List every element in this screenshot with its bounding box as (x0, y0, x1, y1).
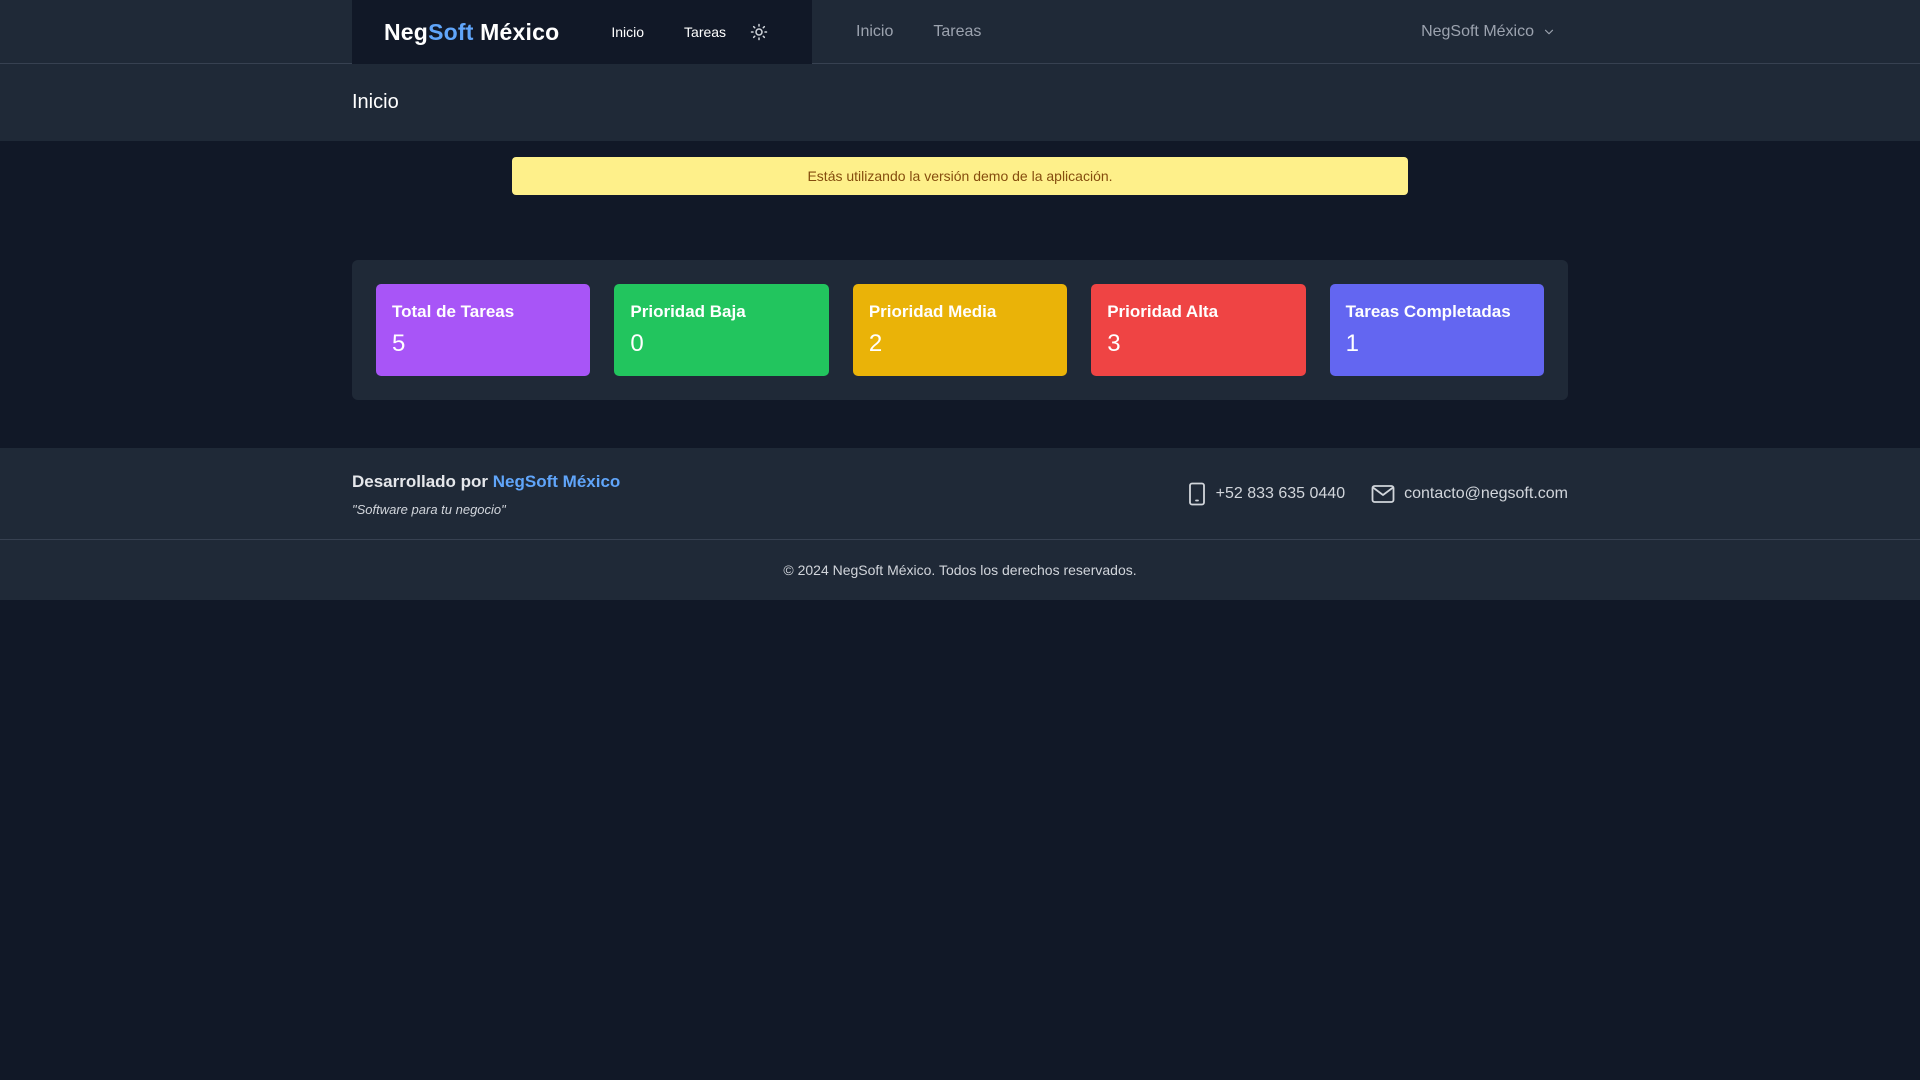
mail-icon (1371, 485, 1395, 503)
chevron-down-icon (1544, 29, 1554, 35)
phone-contact[interactable]: +52 833 635 0440 (1187, 482, 1345, 506)
user-menu-label: NegSoft México (1421, 23, 1534, 40)
stat-label: Total de Tareas (392, 302, 515, 321)
copyright: © 2024 NegSoft México. Todos los derecho… (783, 562, 1137, 578)
brand-logo[interactable]: NegSoft México (384, 19, 559, 46)
nav-link-tareas[interactable]: Tareas (933, 23, 981, 41)
main-nav: Inicio Tareas (856, 23, 1021, 41)
stat-value: 3 (1107, 330, 1121, 357)
stat-card-high-priority: Prioridad Alta 3 (1091, 284, 1306, 376)
developed-by-line: Desarrollado por NegSoft México (352, 472, 620, 492)
email-address: contacto@negsoft.com (1404, 485, 1568, 502)
phone-icon (1188, 482, 1205, 506)
stat-card-medium-priority: Prioridad Media 2 (852, 284, 1068, 376)
brand-part-soft: Soft (428, 18, 474, 45)
developed-by-label: Desarrollado por (352, 471, 489, 491)
stat-value: 0 (630, 330, 644, 357)
tagline: "Software para tu negocio" (352, 501, 506, 517)
page-title: Inicio (352, 91, 399, 113)
stat-label: Prioridad Media (868, 302, 997, 321)
footer-credits: Desarrollado por NegSoft México "Softwar… (352, 472, 620, 517)
stat-label: Tareas Completadas (1345, 302, 1511, 321)
stat-card-total: Total de Tareas 5 (376, 284, 591, 376)
stat-label: Prioridad Alta (1107, 302, 1219, 321)
stat-value: 2 (868, 330, 883, 357)
footer: Desarrollado por NegSoft México "Softwar… (0, 448, 1920, 600)
main-content: Estás utilizando la versión demo de la a… (0, 157, 1920, 400)
stat-card-completed: Tareas Completadas 1 (1329, 284, 1545, 376)
brand-part-mexico: México (473, 18, 560, 45)
brand-nav: Inicio Tareas (611, 23, 768, 41)
demo-alert: Estás utilizando la versión demo de la a… (512, 157, 1408, 195)
stat-value: 5 (392, 330, 406, 357)
brand-nav-tareas[interactable]: Tareas (684, 24, 726, 40)
stat-card-low-priority: Prioridad Baja 0 (614, 284, 829, 376)
brand-block: NegSoft México Inicio Tareas (352, 0, 812, 64)
user-menu-button[interactable]: NegSoft México (1421, 0, 1556, 64)
brand-nav-inicio[interactable]: Inicio (611, 24, 644, 40)
sun-icon[interactable] (750, 23, 768, 41)
brand-part-neg: Neg (384, 18, 429, 45)
company-link[interactable]: NegSoft México (493, 472, 621, 491)
page-header: Inicio (0, 64, 1920, 141)
stat-value: 1 (1345, 330, 1359, 357)
stats-panel: Total de Tareas 5 Prioridad Baja 0 Prior… (352, 260, 1568, 400)
footer-contacts: +52 833 635 0440 contacto@negsoft.com (1187, 482, 1568, 506)
email-contact[interactable]: contacto@negsoft.com (1371, 484, 1568, 504)
top-navbar: NegSoft México Inicio Tareas Inicio Tare… (0, 0, 1920, 64)
phone-number: +52 833 635 0440 (1215, 485, 1346, 502)
stat-label: Prioridad Baja (630, 302, 746, 321)
nav-link-inicio[interactable]: Inicio (856, 23, 893, 41)
